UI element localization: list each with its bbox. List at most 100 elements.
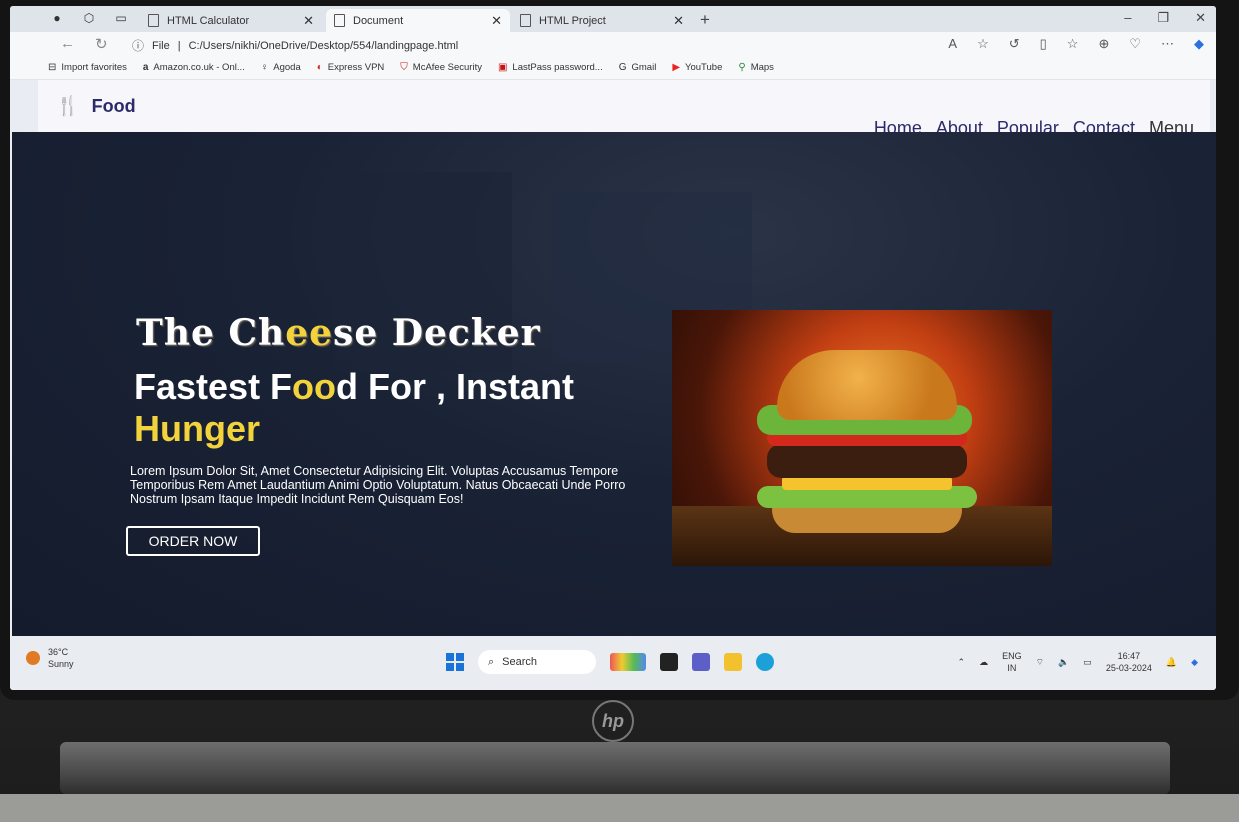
title-highlight: ee	[285, 312, 334, 354]
chevron-up-icon[interactable]: ⌃	[958, 657, 966, 668]
bookmark-mcafee[interactable]: ⛉ McAfee Security	[400, 62, 482, 73]
tab-strip: ● ⬡ ▭ HTML Calculator ✕ Document ✕ HTML …	[10, 6, 1216, 32]
language-indicator[interactable]: ENG IN	[1002, 650, 1022, 674]
tab-html-calculator[interactable]: HTML Calculator ✕	[140, 9, 322, 32]
weather-condition: Sunny	[48, 659, 74, 669]
start-icon[interactable]	[446, 653, 464, 671]
clock[interactable]: 16:47 25-03-2024	[1106, 650, 1152, 674]
separator: |	[177, 39, 181, 52]
info-icon[interactable]: ⓘ	[132, 37, 144, 54]
minimize-icon[interactable]: –	[1124, 10, 1131, 26]
time: 16:47	[1117, 651, 1141, 661]
title-part: se Decker	[333, 312, 541, 354]
agoda-icon: ♀	[260, 62, 269, 73]
extensions-icon[interactable]: ↺	[1009, 36, 1020, 52]
bookmark-label: Amazon.co.uk - Onl...	[153, 62, 245, 73]
burger-image	[672, 310, 1052, 566]
hero-description: Lorem Ipsum Dolor Sit, Amet Consectetur …	[130, 464, 626, 506]
teams-icon[interactable]	[692, 653, 710, 671]
bookmark-lastpass[interactable]: ▣ LastPass password...	[498, 62, 603, 73]
file-explorer-icon[interactable]	[724, 653, 742, 671]
headline-hunger: Hunger	[134, 408, 260, 449]
hero-headline: Fastest Food For , Instant Hunger	[134, 366, 574, 450]
copilot-icon[interactable]: ◆	[1194, 36, 1204, 52]
profile-icon[interactable]: ●	[48, 9, 66, 27]
bookmark-label: Maps	[750, 62, 774, 73]
workspaces-icon[interactable]: ⬡	[80, 9, 98, 27]
bookmark-maps[interactable]: ⚲ Maps	[738, 62, 774, 73]
collections-icon[interactable]: ⊕	[1098, 36, 1109, 52]
bookmark-label: Express VPN	[327, 62, 385, 73]
search-label: Search	[502, 656, 538, 668]
close-window-icon[interactable]: ✕	[1195, 10, 1206, 26]
document-icon	[334, 14, 345, 27]
taskbar-center: ⌕ Search	[446, 650, 774, 674]
back-icon[interactable]: ←	[60, 35, 75, 53]
tab-document[interactable]: Document ✕	[326, 9, 510, 32]
bookmark-gmail[interactable]: G Gmail	[619, 62, 657, 73]
favorite-star-icon[interactable]: ☆	[977, 36, 989, 52]
document-icon	[148, 14, 159, 27]
system-tray: ⌃ ☁ ENG IN ⌔ 🔈 ▭ 16:47 25-03-2024 🔔 ◆	[958, 650, 1198, 674]
import-icon: ⊟	[48, 62, 57, 73]
bookmark-amazon[interactable]: a Amazon.co.uk - Onl...	[143, 62, 245, 73]
cheese	[782, 476, 952, 490]
split-screen-icon[interactable]: ▯	[1040, 36, 1047, 52]
tab-title: HTML Project	[539, 14, 606, 27]
favorites-icon[interactable]: ☆	[1067, 36, 1079, 52]
restore-icon[interactable]: ❐	[1157, 10, 1169, 26]
url-text[interactable]: C:/Users/nikhi/OneDrive/Desktop/554/land…	[189, 40, 459, 52]
volume-icon[interactable]: 🔈	[1058, 657, 1069, 668]
battery-icon[interactable]: ▭	[1083, 657, 1092, 668]
document-icon	[520, 14, 531, 27]
bookmark-label: YouTube	[685, 62, 723, 73]
bookmark-label: Gmail	[631, 62, 657, 73]
more-icon[interactable]: ⋯	[1161, 36, 1174, 52]
bookmark-label: McAfee Security	[412, 62, 482, 73]
bookmark-import-favorites[interactable]: ⊟ Import favorites	[48, 62, 127, 73]
bookmark-label: Agoda	[273, 62, 301, 73]
order-now-button[interactable]: ORDER NOW	[126, 526, 260, 556]
site-logo[interactable]: 🍴 Food	[56, 94, 136, 118]
laptop-deck	[0, 794, 1239, 822]
copilot-icon[interactable]: ◆	[1191, 657, 1198, 668]
nav-buttons: ← ↻	[60, 35, 108, 53]
edge-icon[interactable]	[756, 653, 774, 671]
laptop: ● ⬡ ▭ HTML Calculator ✕ Document ✕ HTML …	[0, 0, 1239, 822]
temperature: 36°C	[48, 647, 69, 657]
performance-icon[interactable]: ♡	[1129, 36, 1141, 52]
title-part: The Ch	[136, 312, 286, 354]
bookmark-agoda[interactable]: ♀ Agoda	[261, 62, 301, 73]
url-field[interactable]: ⓘ File | C:/Users/nikhi/OneDrive/Desktop…	[132, 37, 458, 54]
bookmark-express-vpn[interactable]: ◐ Express VPN	[317, 62, 385, 73]
widgets-icon[interactable]	[610, 653, 646, 671]
tab-title: HTML Calculator	[167, 14, 250, 27]
bottom-bun	[772, 505, 962, 533]
window-controls: – ❐ ✕	[1124, 10, 1206, 26]
task-view-icon[interactable]	[660, 653, 678, 671]
hero-section: The Cheese Decker Fastest Food For , Ins…	[12, 132, 1216, 636]
headline-highlight: oo	[292, 366, 337, 407]
hero-title: The Cheese Decker	[136, 312, 541, 354]
tab-actions-icon[interactable]: ▭	[112, 9, 130, 27]
new-tab-button[interactable]: +	[700, 10, 710, 30]
bookmark-youtube[interactable]: ▶ YouTube	[672, 62, 722, 73]
read-aloud-icon[interactable]: A	[948, 36, 957, 52]
weather-widget[interactable]: 36°C Sunny	[26, 646, 74, 670]
file-label: File	[152, 39, 170, 52]
website: 🍴 Food Home About Popular Contact Menu T…	[10, 80, 1216, 636]
close-icon[interactable]: ✕	[673, 13, 684, 29]
close-icon[interactable]: ✕	[303, 13, 314, 29]
cloud-icon[interactable]: ☁	[979, 657, 988, 668]
wifi-icon[interactable]: ⌔	[1036, 657, 1044, 668]
headline-part: d For , Instant	[336, 366, 575, 407]
close-icon[interactable]: ✕	[491, 13, 502, 29]
tab-html-project[interactable]: HTML Project ✕	[512, 9, 692, 32]
taskbar-search[interactable]: ⌕ Search	[478, 650, 596, 674]
hp-logo: hp	[592, 700, 634, 742]
vpn-icon: ◐	[316, 62, 323, 73]
notification-bell-icon[interactable]: 🔔	[1166, 657, 1177, 668]
google-icon: G	[618, 62, 627, 73]
lang-code: ENG	[1002, 651, 1022, 661]
refresh-icon[interactable]: ↻	[95, 35, 108, 53]
